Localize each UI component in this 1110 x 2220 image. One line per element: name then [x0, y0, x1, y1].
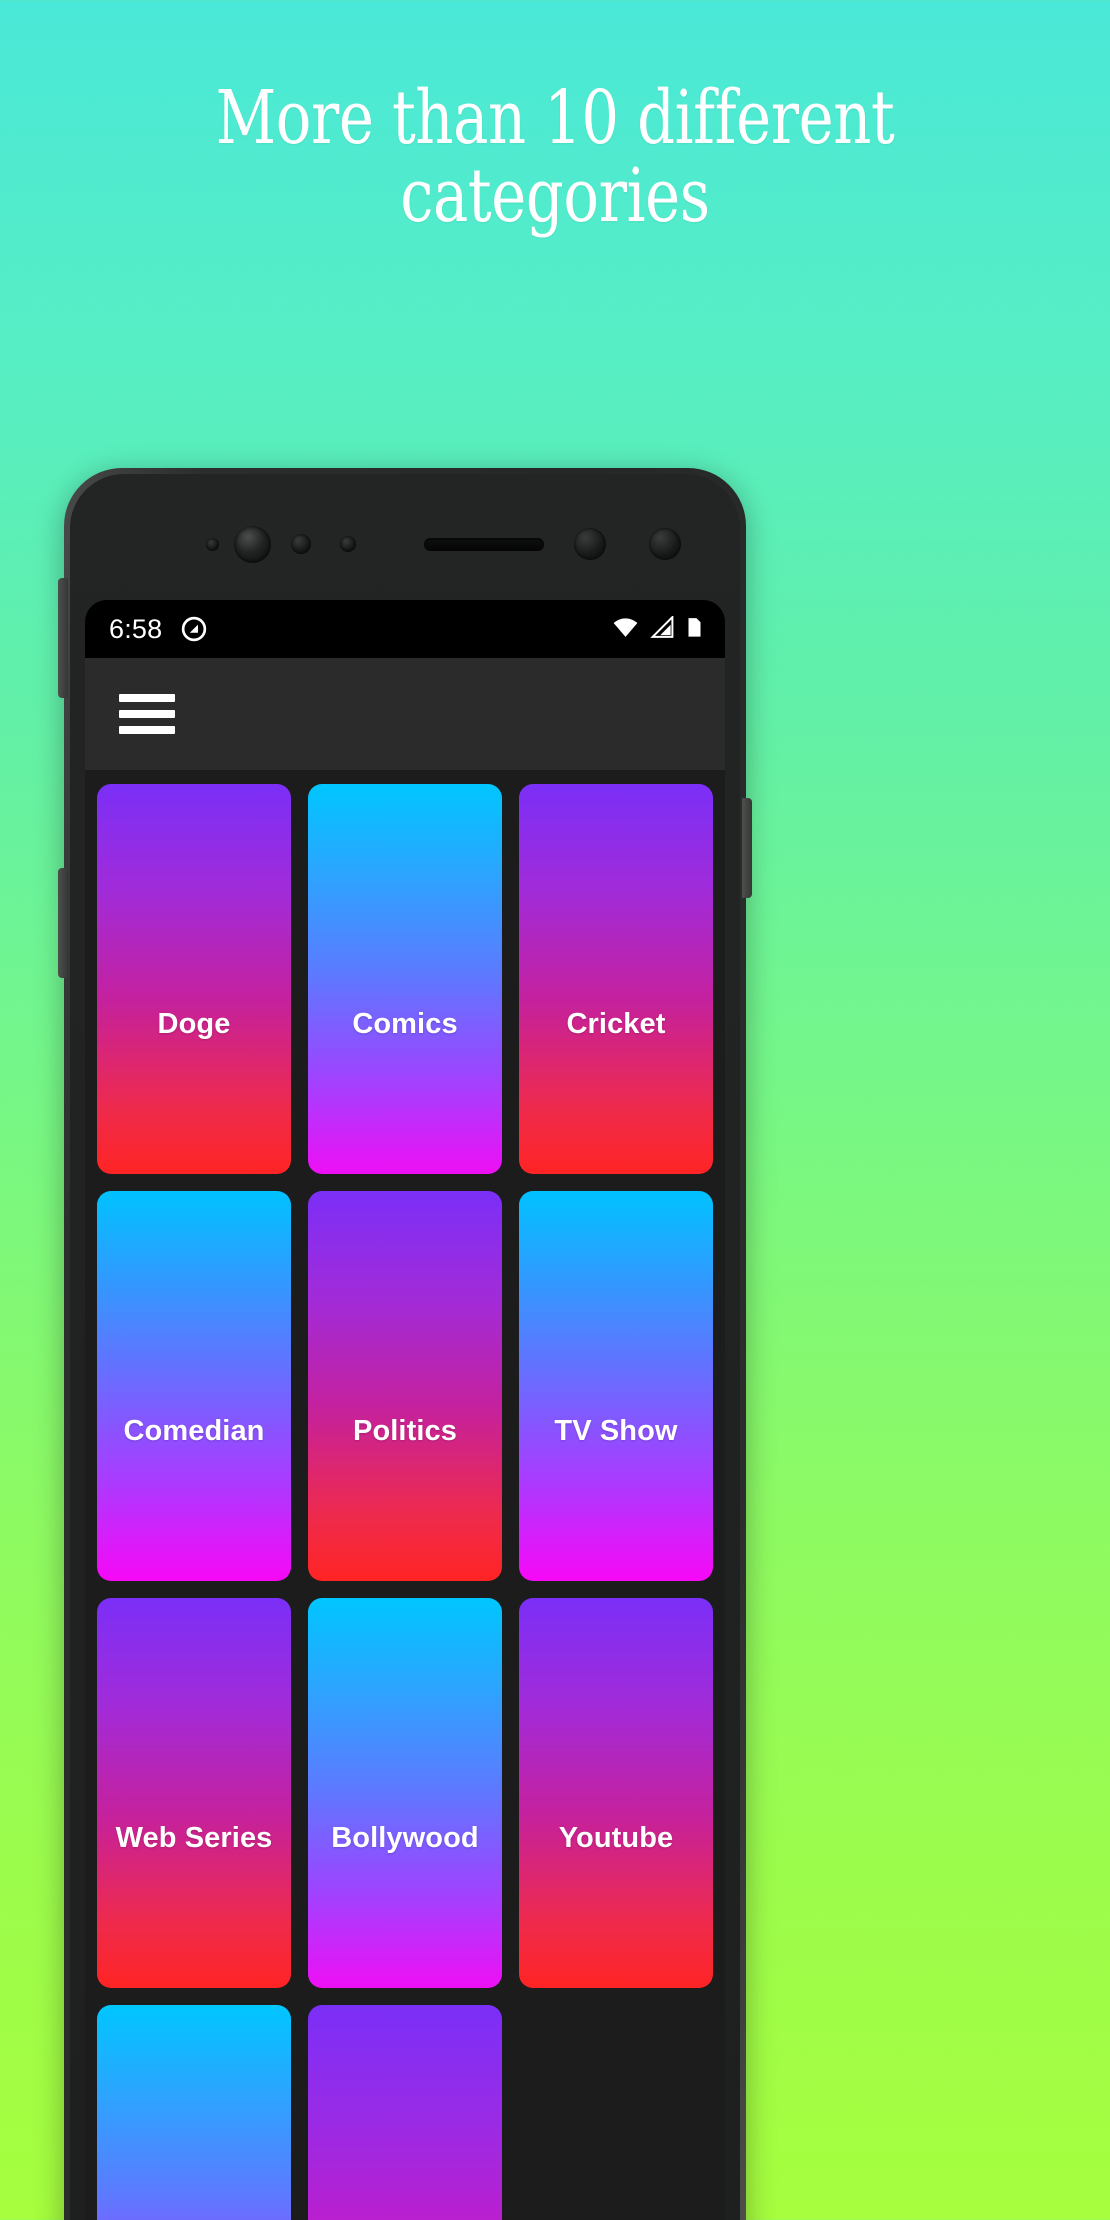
hamburger-bar — [119, 710, 175, 718]
bixby-button[interactable] — [58, 868, 68, 978]
category-tile[interactable]: Comics — [308, 784, 502, 1174]
iris-sensor-icon — [291, 534, 311, 554]
phone-top-bezel — [64, 520, 746, 570]
category-tile[interactable] — [308, 2005, 502, 2220]
light-sensor-icon — [340, 536, 356, 552]
category-tile-label: Web Series — [115, 1821, 273, 1854]
category-tile-label: Politics — [353, 1414, 457, 1447]
volume-up-button[interactable] — [58, 578, 68, 698]
do-not-disturb-icon — [180, 615, 208, 643]
category-tile-label: Cricket — [566, 1007, 666, 1040]
category-tile[interactable] — [97, 2005, 291, 2220]
category-tile-label: TV Show — [554, 1414, 678, 1447]
hamburger-bar — [119, 726, 175, 734]
hamburger-bar — [119, 694, 175, 702]
category-tile-label: Bollywood — [331, 1821, 479, 1854]
phone-mockup: 6:58 Doge Comics Cricket Comedian Politi… — [58, 468, 752, 2220]
status-bar: 6:58 — [85, 600, 725, 658]
category-tile[interactable]: Bollywood — [308, 1598, 502, 1988]
page-title: More than 10 different categories — [215, 75, 895, 239]
proximity-sensor-icon — [206, 538, 219, 551]
wifi-icon — [612, 616, 639, 643]
cellular-signal-icon — [650, 614, 675, 643]
category-tile[interactable]: Youtube — [519, 1598, 713, 1988]
app-bar — [85, 658, 725, 770]
category-tile[interactable]: Web Series — [97, 1598, 291, 1988]
category-tile-label: Comedian — [123, 1414, 265, 1447]
category-tile[interactable]: Politics — [308, 1191, 502, 1581]
front-camera-icon — [234, 526, 271, 563]
category-tile[interactable]: Cricket — [519, 784, 713, 1174]
status-bar-icons — [612, 614, 703, 644]
earpiece-speaker-icon — [424, 538, 544, 551]
bezel-sensor-icon — [574, 528, 606, 560]
phone-screen: 6:58 Doge Comics Cricket Comedian Politi… — [85, 600, 725, 2220]
category-tile-label: Comics — [352, 1007, 458, 1040]
category-tile-label: Youtube — [558, 1821, 674, 1854]
battery-icon — [686, 615, 703, 644]
bezel-sensor-icon — [649, 528, 681, 560]
category-tile[interactable]: Doge — [97, 784, 291, 1174]
status-bar-clock: 6:58 — [109, 613, 163, 644]
power-button[interactable] — [742, 798, 752, 898]
category-tile-label: Doge — [157, 1007, 231, 1040]
category-tile[interactable]: TV Show — [519, 1191, 713, 1581]
category-grid: Doge Comics Cricket Comedian Politics TV Show… — [85, 770, 725, 2220]
category-tile[interactable]: Comedian — [97, 1191, 291, 1581]
hamburger-menu-icon[interactable] — [119, 694, 175, 734]
